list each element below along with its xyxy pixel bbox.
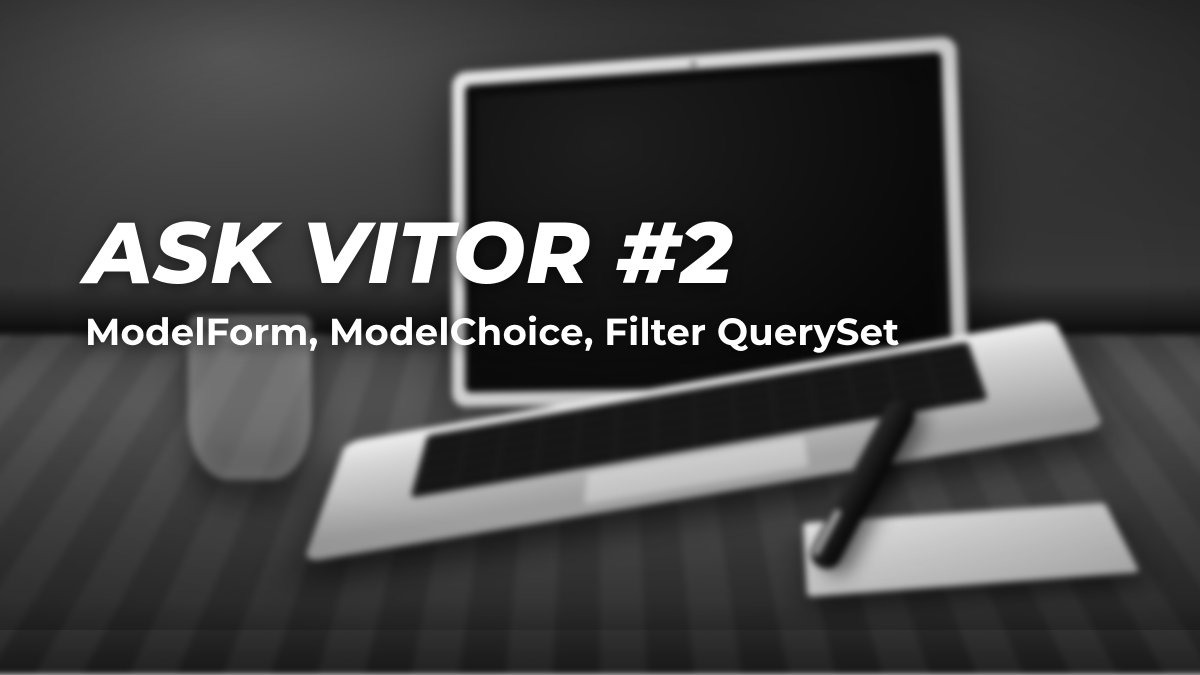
hero-title: ASK VITOR #2 [85, 210, 899, 296]
hero-subtitle: ModelForm, ModelChoice, Filter QuerySet [85, 310, 899, 355]
webcam-icon [690, 61, 696, 67]
hero-text-block: ASK VITOR #2 ModelForm, ModelChoice, Fil… [85, 210, 899, 355]
